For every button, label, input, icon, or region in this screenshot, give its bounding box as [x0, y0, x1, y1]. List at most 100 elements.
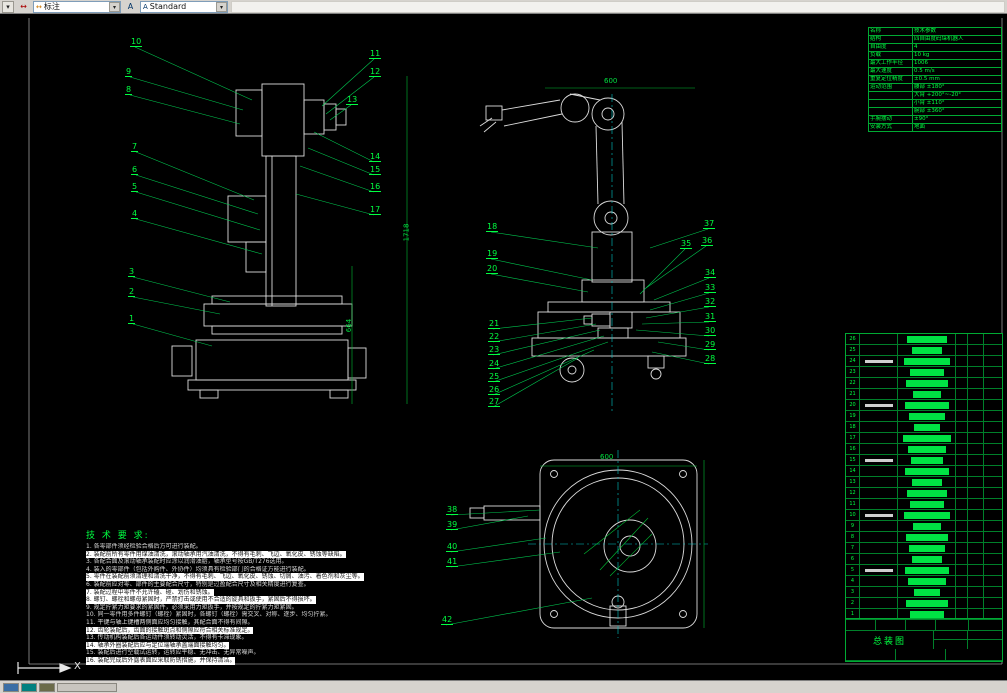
balloon-15: 15: [369, 165, 382, 175]
bom-cell: 5: [846, 565, 860, 575]
bom-cell: [898, 466, 956, 476]
tech-requirement-line: 6. 装配前应对零、部件的主要配合尺寸，特别是过盈配合尺寸及相关精度进行复查。: [86, 580, 310, 588]
tech-requirement-line: 15. 装配后进行空载试运转，运转应平稳、无冲击、无异常噪声。: [86, 649, 260, 657]
bom-cell: [860, 367, 898, 377]
status-block-2[interactable]: [21, 682, 37, 692]
leader-line-30: [635, 329, 710, 337]
balloon-21: 21: [488, 319, 501, 329]
leader-line-20: [490, 273, 589, 293]
tech-requirement-line: 4. 装入的零部件（包括外购件、外协件）均须具有检验部门的合格证方能进行装配。: [86, 565, 310, 573]
status-block-3[interactable]: [39, 682, 55, 692]
dim-style-combo[interactable]: ↔ 标注 ▾: [33, 0, 121, 13]
bom-row: 19: [846, 411, 1002, 422]
bom-part-name: [902, 434, 951, 442]
bom-cell: [968, 444, 984, 454]
param-row: 自由度 4: [868, 43, 1002, 52]
balloon-7: 7: [131, 142, 139, 152]
bom-code-text: [864, 403, 893, 407]
bom-cell: [956, 389, 968, 399]
param-row: 最大工作半径 1006: [868, 59, 1002, 68]
balloon-24: 24: [488, 359, 501, 369]
param-cell: 地面: [912, 123, 1002, 132]
param-cell: 最大速度: [868, 67, 913, 76]
param-cell: ±90°: [912, 115, 1002, 124]
leader-line-38: [450, 509, 541, 516]
bom-cell: [898, 488, 956, 498]
bom-cell: [984, 532, 1002, 542]
bom-row: 18: [846, 422, 1002, 433]
bom-cell: 2: [846, 598, 860, 608]
bom-part-name: [913, 588, 940, 596]
bom-cell: [968, 543, 984, 553]
bom-cell: 3: [846, 587, 860, 597]
leader-line-27: [492, 357, 579, 408]
balloon-25: 25: [488, 372, 501, 382]
bom-cell: [860, 587, 898, 597]
param-cell: 10 kg: [912, 51, 1002, 60]
bom-row: 10: [846, 510, 1002, 521]
bom-cell: [984, 576, 1002, 586]
bom-cell: 23: [846, 367, 860, 377]
title-block-grid-cells: [934, 630, 1002, 650]
bom-cell: [968, 334, 984, 344]
bom-cell: [984, 345, 1002, 355]
bom-part-name: [904, 401, 949, 409]
text-style-combo[interactable]: A Standard ▾: [140, 0, 228, 13]
bom-cell: [984, 433, 1002, 443]
bom-cell: [984, 587, 1002, 597]
bom-cell: [860, 488, 898, 498]
param-row: 手腕摆动 ±90°: [868, 115, 1002, 124]
bom-row: 12: [846, 488, 1002, 499]
param-cell: 重复定位精度: [868, 75, 913, 84]
balloon-33: 33: [704, 283, 717, 293]
param-cell: 负载: [868, 51, 913, 60]
leader-line-3: [132, 276, 231, 303]
title-block-bottom-cells: [846, 649, 1002, 661]
bom-cell: [898, 411, 956, 421]
toolbar-overflow-button[interactable]: ▾: [2, 0, 14, 13]
leader-line-6: [135, 174, 259, 215]
bom-cell: [860, 433, 898, 443]
balloon-41: 41: [446, 557, 459, 567]
bom-cell: [956, 477, 968, 487]
param-row: 结构 四自由度码垛机器人: [868, 35, 1002, 44]
param-cell: 安装方式: [868, 123, 913, 132]
bom-cell: [968, 532, 984, 542]
bom-part-name: [903, 357, 950, 365]
bom-code-text: [864, 513, 893, 517]
balloon-16: 16: [369, 182, 382, 192]
param-row: 小臂 ±110°: [868, 99, 1002, 108]
bom-row: 23: [846, 367, 1002, 378]
bom-cell: [968, 378, 984, 388]
bom-cell: 15: [846, 455, 860, 465]
bom-cell: 8: [846, 532, 860, 542]
bom-cell: [956, 521, 968, 531]
bom-cell: [984, 411, 1002, 421]
balloon-9: 9: [125, 67, 133, 77]
dim-style-dropdown-arrow[interactable]: ▾: [109, 1, 120, 12]
balloon-28: 28: [704, 354, 717, 364]
bom-cell: [968, 510, 984, 520]
tech-requirement-line: 5. 零件在装配前须清理和清洗干净，不得有毛刺、飞边、氧化皮、锈蚀、切屑、油污、…: [86, 573, 364, 581]
balloon-27: 27: [488, 397, 501, 407]
param-cell: 0.5 m/s: [912, 67, 1002, 76]
bom-cell: 9: [846, 521, 860, 531]
bom-part-name: [908, 544, 945, 552]
bom-cell: [956, 356, 968, 366]
drawing-canvas[interactable]: 技 术 要 求: 1. 各零部件须经检验合格后方可进行装配。 2. 装配前所有零件…: [0, 14, 1007, 680]
bom-part-name: [908, 412, 945, 420]
leader-line-22: [492, 323, 597, 343]
status-block-1[interactable]: [3, 682, 19, 692]
leader-line-23: [492, 329, 601, 356]
bom-cell: [984, 521, 1002, 531]
bom-row: 11: [846, 499, 1002, 510]
bom-cell: 20: [846, 400, 860, 410]
param-row: 重复定位精度 ±0.5 mm: [868, 75, 1002, 84]
bom-cell: 11: [846, 499, 860, 509]
bom-cell: [968, 554, 984, 564]
dimension-label: 600: [604, 77, 618, 85]
bom-part-name: [905, 599, 948, 607]
text-style-value: Standard: [149, 2, 187, 11]
text-style-dropdown-arrow[interactable]: ▾: [216, 1, 227, 12]
leader-line-37: [649, 228, 709, 249]
